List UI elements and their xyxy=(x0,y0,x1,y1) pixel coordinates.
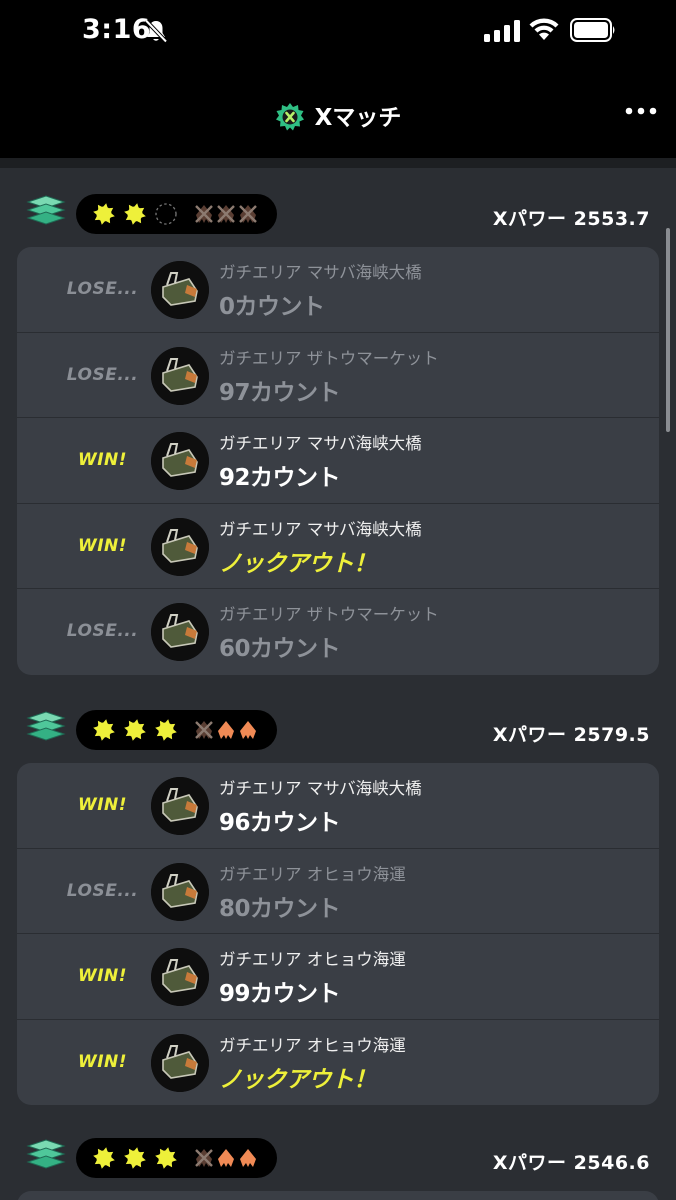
battle-row[interactable]: LOSE... ガチエリア マサバ海峡大橋 0カウント xyxy=(17,247,659,333)
mode-and-stage: ガチエリア マサバ海峡大橋 xyxy=(219,434,422,454)
mode-and-stage: ガチエリア マサバ海峡大橋 xyxy=(219,519,422,539)
weapon-icon xyxy=(151,603,209,662)
lost-squid-icon xyxy=(217,205,235,223)
set-progress-pill xyxy=(76,710,277,750)
remaining-squid-icon xyxy=(240,1149,256,1167)
win-splat-icon xyxy=(124,1147,146,1169)
battle-set: Xパワー 2546.6 xyxy=(0,1112,676,1200)
battle-result: WIN! xyxy=(77,795,128,815)
win-splat-icon xyxy=(124,203,146,225)
mode-and-stage: ガチエリア ザトウマーケット xyxy=(219,605,439,625)
x-power-value: Xパワー 2579.5 xyxy=(492,724,650,746)
battle-result: LOSE... xyxy=(66,279,139,299)
win-splat-icon xyxy=(155,719,177,741)
win-splat-icon xyxy=(93,203,115,225)
mode-and-stage: ガチエリア マサバ海峡大橋 xyxy=(219,263,422,282)
set-progress-pill xyxy=(76,194,277,234)
win-splat-icon xyxy=(155,1147,177,1169)
battle-history-list[interactable]: Xパワー 2553.7 LOSE... ガチエリア マサバ海峡大橋 0カウント LOSE… xyxy=(0,168,676,1200)
battle-result: WIN! xyxy=(77,450,128,471)
battle-row[interactable]: WIN! ガチエリア オヒョウ海運 99カウント xyxy=(17,934,659,1020)
battle-row[interactable]: WIN! ガチエリア マサバ海峡大橋ノックアウト！ xyxy=(17,504,659,590)
remaining-squid-icon xyxy=(218,1149,234,1167)
knockout-label: ノックアウト！ xyxy=(219,550,377,577)
score-count: 92カウント xyxy=(219,465,341,492)
x-match-logo-icon xyxy=(275,102,304,130)
mode-and-stage: ガチエリア マサバ海峡大橋 xyxy=(219,779,422,798)
page-title: Xマッチ xyxy=(0,98,676,132)
mode-and-stage: ガチエリア オヒョウ海運 xyxy=(219,1035,406,1055)
battle-set-header: Xパワー 2553.7 xyxy=(0,168,676,234)
score-count: 60カウント xyxy=(219,636,341,663)
score-count: 80カウント xyxy=(219,895,341,922)
battle-list-card: LOSE... ガチエリア マサバ海峡大橋 0カウント LOSE... ガチエリア ザト… xyxy=(17,247,659,675)
cellular-signal-icon xyxy=(484,20,520,42)
battle-set-header: Xパワー 2546.6 xyxy=(0,1112,676,1178)
x-power-value: Xパワー 2546.6 xyxy=(492,1152,650,1174)
x-rank-layers-icon xyxy=(26,711,66,741)
battle-row[interactable]: WIN! ガチエリア マサバ海峡大橋 92カウント xyxy=(17,418,659,504)
weapon-icon xyxy=(151,862,209,921)
battle-row[interactable]: LOSE... ガチエリア ザトウマーケット 97カウント xyxy=(17,333,659,419)
battle-list-card xyxy=(17,1191,659,1200)
page-title-text: Xマッチ xyxy=(314,105,402,131)
weapon-icon xyxy=(151,777,209,835)
weapon-icon xyxy=(151,346,209,405)
score-count: 99カウント xyxy=(219,981,341,1008)
lost-squid-icon xyxy=(195,1149,213,1167)
weapon-icon xyxy=(151,1033,209,1092)
wifi-icon xyxy=(529,18,559,40)
status-time: 3:16 xyxy=(82,14,152,45)
weapon-icon xyxy=(151,432,209,491)
win-splat-icon xyxy=(93,1147,115,1169)
lost-squid-icon xyxy=(195,205,213,223)
mode-and-stage: ガチエリア ザトウマーケット xyxy=(219,348,439,368)
battle-result: WIN! xyxy=(77,966,128,987)
x-power-value: Xパワー 2553.7 xyxy=(492,208,650,230)
battle-result: LOSE... xyxy=(66,880,139,901)
win-splat-icon xyxy=(124,719,146,741)
battle-list-card: WIN! ガチエリア マサバ海峡大橋 96カウント LOSE... ガチエリア オヒョウ… xyxy=(17,763,659,1106)
battle-result: WIN! xyxy=(77,535,128,556)
mode-and-stage: ガチエリア オヒョウ海運 xyxy=(219,950,406,970)
status-bar: 3:16 xyxy=(0,0,676,70)
x-rank-layers-icon xyxy=(26,1139,66,1169)
battle-row[interactable]: WIN! ガチエリア オヒョウ海運ノックアウト！ xyxy=(17,1020,659,1106)
scrollbar[interactable] xyxy=(666,228,670,432)
battery-icon xyxy=(570,18,615,42)
battle-result: LOSE... xyxy=(66,364,139,385)
x-rank-layers-icon xyxy=(26,195,66,225)
lost-squid-icon xyxy=(239,205,257,223)
knockout-label: ノックアウト！ xyxy=(219,1066,377,1093)
header-divider xyxy=(0,158,676,168)
lost-squid-icon xyxy=(195,721,213,739)
battle-set: Xパワー 2553.7 LOSE... ガチエリア マサバ海峡大橋 0カウント LOSE… xyxy=(0,168,676,675)
score-count: 97カウント xyxy=(219,379,341,406)
battle-row[interactable]: WIN! ガチエリア マサバ海峡大橋 96カウント xyxy=(17,763,659,849)
mode-and-stage: ガチエリア オヒョウ海運 xyxy=(219,864,406,884)
battle-row[interactable]: LOSE... ガチエリア ザトウマーケット 60カウント xyxy=(17,589,659,675)
bell-off-icon xyxy=(144,19,168,43)
weapon-icon xyxy=(151,517,209,576)
remaining-squid-icon xyxy=(240,721,256,739)
score-count: 96カウント xyxy=(219,810,341,836)
battle-row[interactable]: LOSE... ガチエリア オヒョウ海運 80カウント xyxy=(17,849,659,935)
weapon-icon xyxy=(151,948,209,1007)
set-progress-pill xyxy=(76,1138,277,1178)
more-options-icon[interactable] xyxy=(624,106,658,116)
score-count: 0カウント xyxy=(219,294,325,320)
weapon-icon xyxy=(151,261,209,319)
battle-result: LOSE... xyxy=(66,621,139,642)
remaining-squid-icon xyxy=(218,721,234,739)
win-splat-icon xyxy=(93,719,115,741)
battle-set-header: Xパワー 2579.5 xyxy=(0,684,676,750)
navigation-bar: Xマッチ xyxy=(0,70,676,158)
battle-result: WIN! xyxy=(77,1051,128,1072)
battle-set: Xパワー 2579.5 WIN! ガチエリア マサバ海峡大橋 96カウント LOSE..… xyxy=(0,684,676,1106)
empty-win-slot-icon xyxy=(155,203,177,225)
